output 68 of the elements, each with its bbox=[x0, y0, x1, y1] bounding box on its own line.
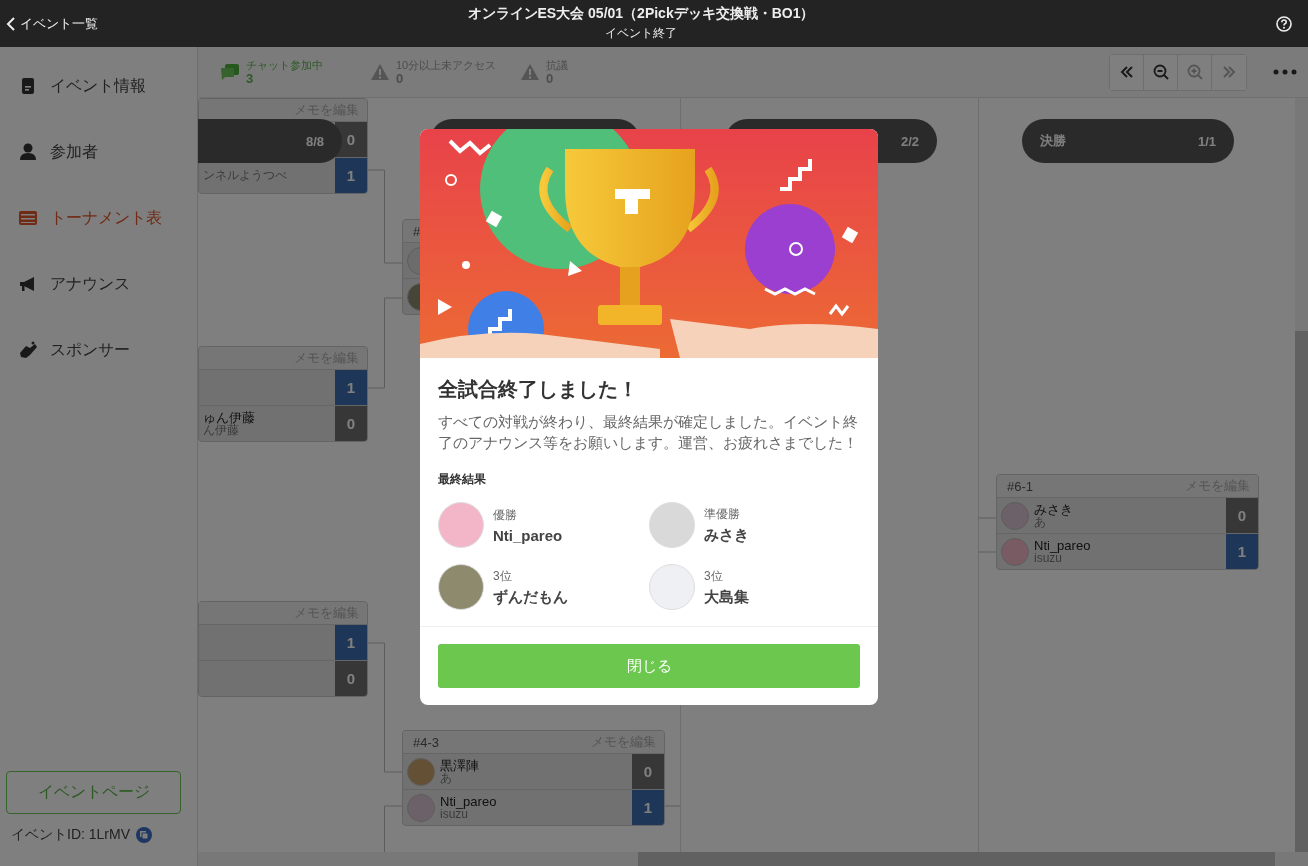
chat-icon bbox=[220, 62, 240, 82]
person-icon bbox=[18, 142, 38, 162]
result-rank: 準優勝 bbox=[704, 505, 741, 523]
round-count: 2/2 bbox=[900, 133, 919, 149]
event-title: オンラインES大会 05/01（2Pickデッキ交換戦・BO1） bbox=[467, 5, 815, 23]
avatar bbox=[1001, 537, 1029, 566]
sidebar-item[interactable]: トーナメント表 bbox=[0, 185, 197, 251]
score: 0 bbox=[1226, 498, 1258, 533]
more-icon[interactable] bbox=[1273, 69, 1297, 75]
copy-icon[interactable] bbox=[136, 827, 152, 843]
score: 0 bbox=[335, 406, 367, 441]
result-rank: 3位 bbox=[493, 567, 513, 585]
score: 0 bbox=[335, 661, 367, 696]
close-button[interactable]: 閉じる bbox=[438, 644, 860, 688]
result-name: 大島集 bbox=[704, 587, 749, 607]
sidebar-item[interactable]: イベント情報 bbox=[0, 53, 197, 119]
scrollbar-thumb[interactable] bbox=[1295, 331, 1308, 852]
player-name: ゅん伊藤 bbox=[203, 410, 255, 424]
dialog-message: すべての対戦が終わり、最終結果が確定しました。イベント終了のアナウンス等をお願いします。運営、お疲れさまでした！ bbox=[438, 412, 859, 453]
help-icon[interactable] bbox=[1276, 15, 1292, 32]
sidebar-item[interactable]: アナウンス bbox=[0, 251, 197, 317]
back-link[interactable]: イベント一覧 bbox=[6, 14, 206, 33]
score: 1 bbox=[335, 370, 367, 405]
round-count: 8/8 bbox=[305, 133, 324, 149]
user-avatar bbox=[649, 502, 695, 548]
collapse-left-button[interactable] bbox=[1110, 54, 1144, 90]
match-number: # bbox=[413, 223, 421, 239]
result-rank: 3位 bbox=[704, 567, 724, 585]
player-name: Nti_pareo bbox=[1034, 538, 1091, 552]
user-avatar bbox=[649, 564, 695, 610]
score: 1 bbox=[1226, 534, 1258, 569]
match-number: #6-1 bbox=[1007, 478, 1034, 494]
sidebar-item[interactable]: 参加者 bbox=[0, 119, 197, 185]
event-status: イベント終了 bbox=[605, 25, 677, 42]
list-icon bbox=[18, 208, 38, 228]
horizontal-scrollbar[interactable] bbox=[198, 852, 1308, 866]
warning-icon bbox=[520, 62, 540, 82]
user-avatar bbox=[438, 502, 484, 548]
stat-label: チャット参加中 bbox=[246, 58, 323, 72]
score: 1 bbox=[335, 158, 367, 193]
results-heading: 最終結果 bbox=[438, 471, 487, 488]
handshake-icon bbox=[18, 340, 38, 360]
dialog-title: 全試合終了しました！ bbox=[438, 377, 639, 402]
result-name: ずんだもん bbox=[493, 587, 568, 607]
sidebar-item[interactable]: スポンサー bbox=[0, 317, 197, 383]
score: 0 bbox=[632, 754, 664, 789]
result-name: Nti_pareo bbox=[493, 526, 563, 544]
user-avatar bbox=[438, 564, 484, 610]
result-rank: 優勝 bbox=[493, 506, 518, 524]
result-name: みさき bbox=[704, 525, 749, 545]
player-name: Nti_pareo bbox=[440, 794, 497, 808]
round-name: 決勝 bbox=[1040, 132, 1066, 150]
round-count: 1/1 bbox=[1197, 133, 1216, 149]
score: 1 bbox=[335, 625, 367, 660]
zoom-in-icon bbox=[1185, 63, 1204, 81]
event-page-button[interactable]: イベントページ bbox=[6, 771, 181, 814]
player-name: みさき bbox=[1034, 502, 1073, 516]
stat-value: 3 bbox=[246, 71, 255, 86]
chevron-left-icon bbox=[6, 16, 16, 31]
event-id: イベントID: 1LrMV bbox=[11, 826, 130, 844]
zoom-out-icon bbox=[1151, 63, 1170, 81]
warning-icon bbox=[370, 62, 390, 82]
match-number: #4-3 bbox=[413, 734, 440, 750]
score: 1 bbox=[632, 790, 664, 825]
avatar bbox=[407, 757, 435, 786]
player-name: 黒澤陣 bbox=[440, 758, 479, 772]
scrollbar-thumb[interactable] bbox=[638, 852, 1275, 866]
vertical-scrollbar[interactable] bbox=[1295, 98, 1308, 852]
